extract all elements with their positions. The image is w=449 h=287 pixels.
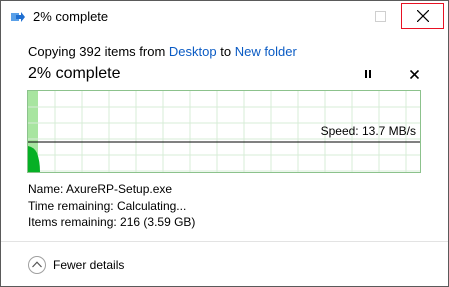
close-icon xyxy=(410,70,419,79)
pause-button[interactable] xyxy=(358,65,378,83)
items-remaining-value: 216 (3.59 GB) xyxy=(120,215,196,229)
name-label: Name: xyxy=(28,182,64,196)
cancel-button[interactable] xyxy=(404,65,424,83)
progress-percent-heading: 2% complete xyxy=(28,65,121,82)
close-button[interactable] xyxy=(401,3,444,29)
source-folder-link[interactable]: Desktop xyxy=(169,44,217,59)
title-bar[interactable]: 2% complete xyxy=(1,1,448,33)
maximize-button[interactable] xyxy=(357,1,403,31)
items-remaining-label: Items remaining: xyxy=(28,215,117,229)
copy-arrow-icon xyxy=(10,9,26,25)
time-remaining-label: Time remaining: xyxy=(28,199,114,213)
maximize-icon xyxy=(375,11,386,22)
detail-items-row: Items remaining: 216 (3.59 GB) xyxy=(28,215,195,229)
chevron-up-icon xyxy=(28,256,46,274)
time-remaining-value: Calculating... xyxy=(116,199,187,213)
destination-folder-link[interactable]: New folder xyxy=(235,44,297,59)
speed-area xyxy=(28,146,40,172)
close-icon xyxy=(417,10,429,22)
name-value: AxureRP-Setup.exe xyxy=(66,182,173,196)
copy-summary-to: to xyxy=(220,44,232,59)
detail-name-row: Name: AxureRP-Setup.exe xyxy=(28,182,172,196)
pause-icon xyxy=(365,70,367,78)
window-title: 2% complete xyxy=(33,9,109,24)
transfer-speed-graph: Speed: 13.7 MB/s xyxy=(27,90,421,173)
speed-label: Speed: 13.7 MB/s xyxy=(320,124,416,138)
detail-time-row: Time remaining: Calculating... xyxy=(28,199,186,213)
footer: Fewer details xyxy=(1,242,448,286)
copy-summary: Copying 392 items from Desktop to New fo… xyxy=(28,44,297,60)
file-copy-dialog: 2% complete Copying 392 items from Deskt… xyxy=(0,0,449,287)
fewer-details-label: Fewer details xyxy=(53,258,125,272)
copy-summary-prefix: Copying 392 items from xyxy=(28,44,166,59)
